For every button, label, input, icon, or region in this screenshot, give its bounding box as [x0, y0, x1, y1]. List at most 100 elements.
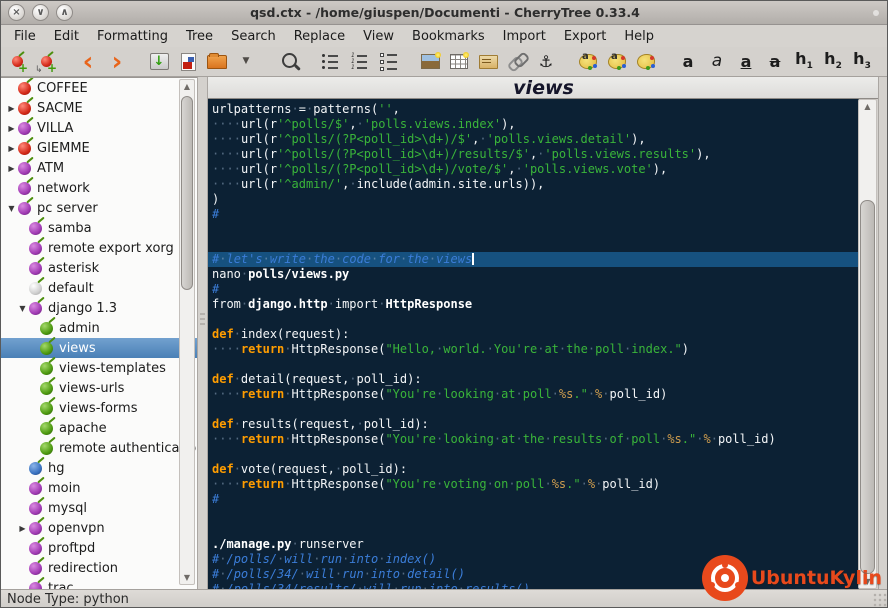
tree-node-mysql[interactable]: mysql [1, 498, 197, 518]
tree-node-views-templates[interactable]: views-templates [1, 358, 197, 378]
tree-node-villa[interactable]: ▶ VILLA [1, 118, 197, 138]
code-editor[interactable]: urlpatterns·=·patterns('', ····url(r'^pol… [208, 99, 859, 589]
bold-icon[interactable]: a [676, 50, 700, 74]
tree-node-samba[interactable]: samba [1, 218, 197, 238]
tree-node-redirection[interactable]: redirection [1, 558, 197, 578]
expander-collapsed-icon[interactable]: ▶ [16, 524, 29, 533]
strikethrough-icon[interactable]: a [763, 50, 787, 74]
export-dropdown-icon[interactable]: ▼ [234, 50, 258, 74]
tree-scrollbar[interactable]: ▲ ▼ [179, 79, 195, 585]
numbered-list-icon[interactable]: 111 [347, 50, 371, 74]
scroll-up-icon[interactable]: ▲ [180, 80, 194, 93]
node-tree-panel[interactable]: COFFEE ▶ SACME ▶ VILLA ▶ GIEMME ▶ ATM network ▼ pc … [1, 77, 197, 589]
menu-help[interactable]: Help [615, 27, 663, 46]
tree-node-views-urls[interactable]: views-urls [1, 378, 197, 398]
expander-collapsed-icon[interactable]: ▶ [5, 104, 18, 113]
tree-node-coffee[interactable]: COFFEE [1, 78, 197, 98]
tree-node-pc-server[interactable]: ▼ pc server [1, 198, 197, 218]
insert-table-icon[interactable] [447, 50, 471, 74]
menu-bookmarks[interactable]: Bookmarks [403, 27, 494, 46]
tree-node-apache[interactable]: apache [1, 418, 197, 438]
tree-scrollbar-thumb[interactable] [181, 96, 193, 290]
export-pdf-icon[interactable] [176, 50, 200, 74]
tree-node-admin[interactable]: admin [1, 318, 197, 338]
tree-node-sacme[interactable]: ▶ SACME [1, 98, 197, 118]
tree-node-network[interactable]: network [1, 178, 197, 198]
tree-node-proftpd[interactable]: proftpd [1, 538, 197, 558]
pane-splitter[interactable] [197, 77, 208, 589]
add-subnode-icon[interactable]: + ↳ [34, 50, 58, 74]
menu-import[interactable]: Import [494, 27, 555, 46]
editor-scrollbar-thumb[interactable] [860, 200, 875, 574]
insert-image-icon[interactable] [418, 50, 442, 74]
small-icon[interactable]: s [879, 50, 887, 74]
cherry-purple-icon [18, 181, 31, 195]
tree-node-asterisk[interactable]: asterisk [1, 258, 197, 278]
cherrytree-window: × ∨ ∧ qsd.ctx - /home/giuspen/Documenti - C… [0, 0, 888, 608]
bullet-list-icon[interactable] [318, 50, 342, 74]
cherry-purple-icon [18, 121, 31, 135]
save-icon[interactable]: ↓ [147, 50, 171, 74]
tree-node-label: views-forms [59, 400, 138, 416]
main-area: COFFEE ▶ SACME ▶ VILLA ▶ GIEMME ▶ ATM network ▼ pc … [1, 77, 887, 589]
tree-node-openvpn[interactable]: ▶ openvpn [1, 518, 197, 538]
tree-node-giemme[interactable]: ▶ GIEMME [1, 138, 197, 158]
menu-tree[interactable]: Tree [177, 27, 222, 46]
menu-export[interactable]: Export [555, 27, 616, 46]
tree-node-moin[interactable]: moin [1, 478, 197, 498]
window-frame-right [878, 77, 887, 589]
go-forward-icon[interactable]: › [105, 49, 129, 75]
tree-node-remote-export-xorg[interactable]: remote export xorg [1, 238, 197, 258]
tree-node-hg[interactable]: hg [1, 458, 197, 478]
todo-list-icon[interactable] [376, 50, 400, 74]
tree-node-trac[interactable]: trac [1, 578, 197, 589]
menu-edit[interactable]: Edit [45, 27, 88, 46]
format-clear-icon[interactable] [634, 50, 658, 74]
format-text-icon[interactable]: a [605, 50, 629, 74]
tree-node-views-forms[interactable]: views-forms [1, 398, 197, 418]
italic-icon[interactable]: a [705, 50, 729, 74]
h3-icon[interactable]: h3 [850, 50, 874, 74]
tree-node-remote-authentication[interactable]: remote authentication [1, 438, 197, 458]
add-node-icon[interactable]: + [5, 50, 29, 74]
insert-link-icon[interactable] [505, 50, 531, 74]
expander-collapsed-icon[interactable]: ▶ [5, 144, 18, 153]
menu-formatting[interactable]: Formatting [88, 27, 177, 46]
minimize-button[interactable]: ∨ [32, 4, 49, 21]
code-line: # [212, 207, 220, 221]
menu-view[interactable]: View [354, 27, 403, 46]
export-icon[interactable] [205, 50, 229, 74]
tree-node-label: redirection [48, 560, 119, 576]
go-back-icon[interactable]: ‹ [76, 49, 100, 75]
tree-node-views[interactable]: views [1, 338, 197, 358]
menu-search[interactable]: Search [222, 27, 285, 46]
menu-file[interactable]: File [5, 27, 45, 46]
tree-node-label: network [37, 180, 90, 196]
underline-icon[interactable]: a [734, 50, 758, 74]
tree-node-atm[interactable]: ▶ ATM [1, 158, 197, 178]
maximize-button[interactable]: ∧ [56, 4, 73, 21]
expander-expanded-icon[interactable]: ▼ [16, 304, 29, 313]
scroll-down-icon[interactable]: ▼ [180, 571, 194, 584]
tree-node-default[interactable]: default [1, 278, 197, 298]
editor-scrollbar[interactable]: ▲ ▼ [858, 99, 877, 589]
cherry-purple-icon [29, 521, 42, 535]
code-line: # [212, 492, 220, 506]
tree-node-label: moin [48, 480, 81, 496]
h1-icon[interactable]: h1 [792, 50, 816, 74]
find-icon[interactable] [276, 50, 300, 74]
expander-collapsed-icon[interactable]: ▶ [5, 164, 18, 173]
close-button[interactable]: × [8, 4, 25, 21]
h2-icon[interactable]: h2 [821, 50, 845, 74]
tree-node-django-1-3[interactable]: ▼ django 1.3 [1, 298, 197, 318]
insert-codebox-icon[interactable] [476, 50, 500, 74]
expander-collapsed-icon[interactable]: ▶ [5, 124, 18, 133]
scroll-up-icon[interactable]: ▲ [859, 100, 876, 113]
insert-anchor-icon[interactable]: ⚓ [534, 50, 558, 74]
menu-replace[interactable]: Replace [285, 27, 354, 46]
titlebar[interactable]: × ∨ ∧ qsd.ctx - /home/giuspen/Documenti - C… [1, 1, 887, 25]
expander-expanded-icon[interactable]: ▼ [5, 204, 18, 213]
format-latest-icon[interactable]: a [576, 50, 600, 74]
